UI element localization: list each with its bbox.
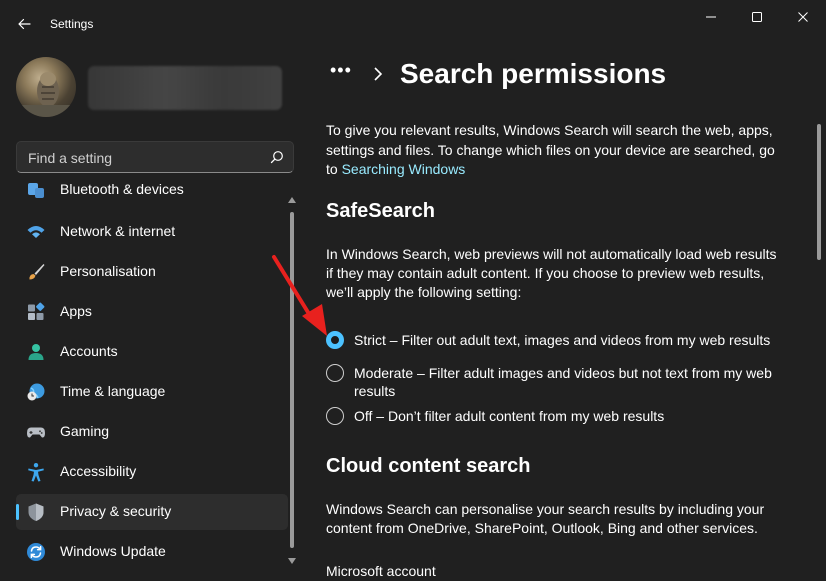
page-title: Search permissions — [400, 58, 667, 89]
selection-indicator — [16, 504, 19, 520]
title-bar: Settings — [0, 0, 826, 48]
update-icon — [27, 543, 45, 561]
sidebar-item-label: Gaming — [60, 423, 110, 439]
sidebar-item-label: Windows Update — [60, 543, 166, 559]
search-placeholder: Find a setting — [28, 150, 113, 166]
radio-label: Strict – Filter out adult text, images a… — [354, 332, 771, 348]
sidebar-item-bluetooth[interactable]: Bluetooth & devices — [16, 180, 288, 208]
apps-icon — [28, 302, 45, 320]
minimize-button[interactable] — [688, 4, 734, 30]
cloud-content-description: Windows Search can personalise your sear… — [326, 501, 765, 536]
app-title: Settings — [50, 17, 94, 31]
content-scroll-thumb[interactable] — [817, 124, 821, 260]
sidebar-item-label: Apps — [60, 303, 92, 319]
sidebar-item-windows-update[interactable]: Windows Update — [16, 534, 288, 568]
close-button[interactable] — [780, 4, 826, 30]
sidebar-item-time-language[interactable]: Time & language — [16, 374, 288, 410]
safesearch-description: In Windows Search, web previews will not… — [326, 246, 777, 300]
sidebar-item-accessibility[interactable]: Accessibility — [16, 454, 288, 490]
sidebar-item-privacy-security[interactable]: Privacy & security — [16, 494, 288, 530]
red-arrow-annotation — [272, 255, 327, 336]
sidebar-item-apps[interactable]: Apps — [16, 294, 288, 330]
sidebar-item-personalisation[interactable]: Personalisation — [16, 254, 288, 290]
accessibility-icon — [28, 463, 44, 482]
shield-icon — [28, 503, 44, 521]
back-button[interactable] — [10, 10, 38, 38]
avatar-photo — [16, 72, 76, 117]
radio-label: Off – Don’t filter adult content from my… — [354, 408, 665, 424]
close-icon — [798, 12, 808, 22]
sidebar-item-label: Time & language — [60, 383, 166, 399]
sidebar-item-label: Accessibility — [60, 463, 137, 479]
microsoft-account-subheading: Microsoft account — [326, 563, 436, 579]
searching-windows-link[interactable]: Searching Windows — [342, 161, 466, 177]
cloud-content-heading: Cloud content search — [326, 455, 531, 477]
content-scrollbar[interactable] — [814, 106, 824, 572]
avatar[interactable] — [16, 57, 76, 117]
sidebar-item-label: Network & internet — [60, 223, 176, 239]
maximize-button[interactable] — [734, 4, 780, 30]
brush-icon — [29, 264, 45, 280]
bluetooth-icon — [28, 183, 44, 198]
scroll-down-icon — [288, 558, 296, 564]
radio-label: Moderate – Filter adult images and video… — [354, 365, 772, 399]
sidebar-item-label: Personalisation — [60, 263, 156, 279]
sidebar-item-network[interactable]: Network & internet — [16, 214, 288, 250]
radio-button[interactable] — [326, 364, 344, 382]
search-icon — [270, 151, 283, 164]
person-icon — [28, 344, 44, 360]
globe-clock-icon — [27, 383, 45, 401]
sidebar-nav: Bluetooth & devices Network & internet P… — [16, 180, 288, 568]
sidebar-item-accounts[interactable]: Accounts — [16, 334, 288, 370]
safesearch-heading: SafeSearch — [326, 200, 435, 222]
intro-paragraph: To give you relevant results, Windows Se… — [326, 121, 786, 180]
back-arrow-icon — [18, 18, 31, 30]
scroll-up-icon — [288, 197, 296, 203]
sidebar-item-gaming[interactable]: Gaming — [16, 414, 288, 450]
profile-name-redacted — [88, 66, 282, 110]
wifi-icon — [27, 226, 45, 238]
radio-button[interactable] — [326, 407, 344, 425]
sidebar-item-label: Accounts — [60, 343, 118, 359]
sidebar-item-label: Privacy & security — [60, 503, 172, 519]
gamepad-icon — [27, 427, 45, 438]
chevron-right-icon — [374, 67, 383, 81]
maximize-icon — [752, 12, 762, 22]
search-input[interactable]: Find a setting — [16, 141, 294, 173]
sidebar-scrollbar[interactable] — [286, 194, 298, 570]
minimize-icon — [706, 16, 716, 18]
breadcrumb-more-button[interactable]: ••• — [330, 60, 352, 81]
sidebar-item-label: Bluetooth & devices — [60, 181, 184, 197]
